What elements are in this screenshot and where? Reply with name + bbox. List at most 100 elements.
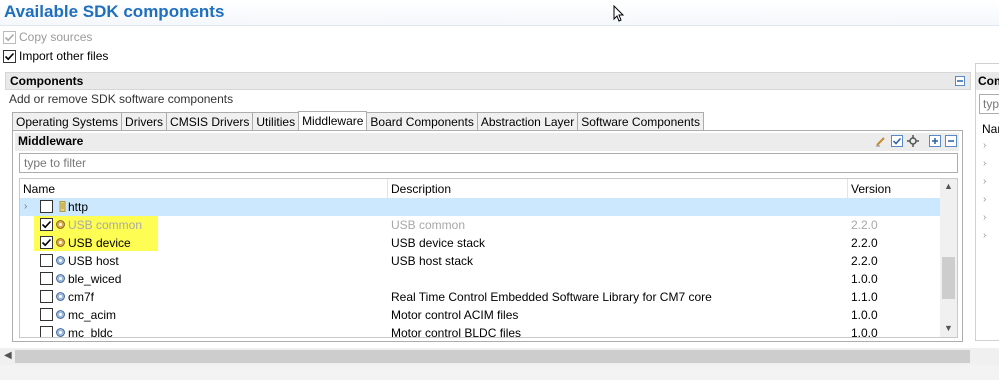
page-title: Available SDK components xyxy=(4,2,225,21)
row-name: cm7f xyxy=(68,290,95,304)
component-package-icon xyxy=(56,274,65,283)
row-description: USB common xyxy=(391,218,466,232)
right-side-panel: Com typ Nar › › › › › › xyxy=(975,63,999,341)
components-description: Add or remove SDK software components xyxy=(9,92,234,106)
row-description: Motor control ACIM files xyxy=(391,308,519,322)
components-panel-title: Components xyxy=(10,74,84,88)
tab-board-components[interactable]: Board Components xyxy=(366,112,478,131)
check-all-icon[interactable] xyxy=(891,135,903,147)
component-package-icon xyxy=(56,310,65,319)
row-version: 1.0.0 xyxy=(851,272,878,286)
component-package-icon xyxy=(56,328,65,337)
copy-sources-checkbox xyxy=(3,30,16,44)
collapse-all-icon[interactable] xyxy=(945,135,957,147)
components-table: Name Description Version › http USB comm… xyxy=(19,178,958,338)
tab-cmsis-drivers[interactable]: CMSIS Drivers xyxy=(166,112,254,131)
scroll-left-arrow-icon[interactable]: ◀ xyxy=(4,350,12,361)
table-vertical-scrollbar[interactable]: ▲ ▼ xyxy=(940,179,957,337)
table-row[interactable]: USB device USB device stack 2.2.0 xyxy=(20,234,940,252)
clear-selection-icon[interactable] xyxy=(875,135,887,147)
component-package-icon xyxy=(56,238,65,247)
tab-abstraction-layer[interactable]: Abstraction Layer xyxy=(476,112,579,131)
horizontal-scroll-thumb[interactable] xyxy=(15,350,970,363)
middleware-header: Middleware xyxy=(15,133,959,151)
middleware-title: Middleware xyxy=(18,134,84,148)
column-header-description[interactable]: Description xyxy=(388,179,848,199)
row-name: USB host xyxy=(68,254,119,268)
row-name: mc_acim xyxy=(68,308,117,322)
expand-chevron-icon[interactable]: › xyxy=(983,176,986,187)
expand-chevron-icon[interactable]: › xyxy=(983,212,986,223)
tab-utilities[interactable]: Utilities xyxy=(252,112,300,131)
component-package-icon xyxy=(56,220,65,229)
row-checkbox[interactable] xyxy=(40,272,53,285)
table-row[interactable]: USB common USB common 2.2.0 xyxy=(20,216,940,234)
right-panel-filter-input[interactable]: typ xyxy=(979,94,999,114)
horizontal-scrollbar[interactable]: ◀ xyxy=(0,348,999,365)
copy-sources-option: Copy sources xyxy=(3,28,92,46)
folder-package-icon xyxy=(59,201,66,212)
table-row[interactable]: ble_wiced 1.0.0 xyxy=(20,270,940,288)
expand-chevron-icon[interactable]: › xyxy=(24,201,27,212)
row-checkbox[interactable] xyxy=(40,308,53,321)
row-checkbox[interactable] xyxy=(40,254,53,267)
row-description: USB host stack xyxy=(391,254,474,268)
column-header-version[interactable]: Version xyxy=(848,179,940,199)
scroll-up-arrow-icon[interactable]: ▲ xyxy=(944,181,953,191)
expand-chevron-icon[interactable]: › xyxy=(983,194,986,205)
row-version: 1.0.0 xyxy=(851,308,878,322)
mouse-cursor-icon xyxy=(613,5,625,22)
row-name: USB device xyxy=(68,236,131,250)
table-row[interactable]: mc_acim Motor control ACIM files 1.0.0 xyxy=(20,306,940,324)
row-version: 2.2.0 xyxy=(851,218,878,232)
tab-drivers[interactable]: Drivers xyxy=(121,112,168,131)
row-name: USB common xyxy=(68,218,143,232)
table-row[interactable]: mc_bldc Motor control BLDC files 1.0.0 xyxy=(20,324,940,338)
expand-chevron-icon[interactable]: › xyxy=(983,140,986,151)
row-version: 1.1.0 xyxy=(851,290,878,304)
row-checkbox[interactable] xyxy=(40,326,53,337)
table-row[interactable]: USB host USB host stack 2.2.0 xyxy=(20,252,940,270)
row-description: USB device stack xyxy=(391,236,486,250)
table-row[interactable]: › http xyxy=(20,198,940,216)
components-panel-header: Components xyxy=(5,72,971,90)
tab-middleware[interactable]: Middleware xyxy=(298,111,368,131)
filter-input[interactable] xyxy=(19,153,958,173)
row-checkbox[interactable] xyxy=(40,236,53,249)
bottom-strip xyxy=(0,365,999,380)
component-package-icon xyxy=(56,256,65,265)
table-row[interactable]: cm7f Real Time Control Embedded Software… xyxy=(20,288,940,306)
import-other-files-option[interactable]: Import other files xyxy=(3,47,108,65)
component-tabs: Operating Systems Drivers CMSIS Drivers … xyxy=(12,111,704,131)
row-name: mc_bldc xyxy=(68,326,113,338)
row-checkbox[interactable] xyxy=(40,200,53,213)
row-version: 2.2.0 xyxy=(851,236,878,250)
middleware-toolbar xyxy=(875,135,957,147)
component-package-icon xyxy=(56,292,65,301)
scroll-down-arrow-icon[interactable]: ▼ xyxy=(944,323,953,333)
tab-operating-systems[interactable]: Operating Systems xyxy=(12,112,123,131)
row-name: http xyxy=(68,200,89,214)
expand-chevron-icon[interactable]: › xyxy=(983,158,986,169)
right-panel-title: Com xyxy=(976,72,999,90)
title-bar: Available SDK components xyxy=(0,0,999,26)
import-other-files-checkbox[interactable] xyxy=(3,49,16,63)
row-checkbox[interactable] xyxy=(40,290,53,303)
settings-icon[interactable] xyxy=(907,135,919,147)
column-header-name[interactable]: Name xyxy=(20,179,388,199)
minimize-icon[interactable] xyxy=(955,76,965,86)
right-panel-column-header: Nar xyxy=(982,122,999,136)
row-version: 2.2.0 xyxy=(851,254,878,268)
row-version: 1.0.0 xyxy=(851,326,878,338)
row-checkbox[interactable] xyxy=(40,218,53,231)
expand-all-icon[interactable] xyxy=(929,135,941,147)
vertical-scroll-thumb[interactable] xyxy=(942,257,955,299)
tab-software-components[interactable]: Software Components xyxy=(577,112,704,131)
expand-chevron-icon[interactable]: › xyxy=(983,230,986,241)
copy-sources-label: Copy sources xyxy=(19,30,93,44)
import-other-files-label: Import other files xyxy=(19,49,109,63)
row-name: ble_wiced xyxy=(68,272,122,286)
table-header: Name Description Version xyxy=(20,179,940,199)
row-description: Motor control BLDC files xyxy=(391,326,522,338)
row-description: Real Time Control Embedded Software Libr… xyxy=(391,290,712,304)
